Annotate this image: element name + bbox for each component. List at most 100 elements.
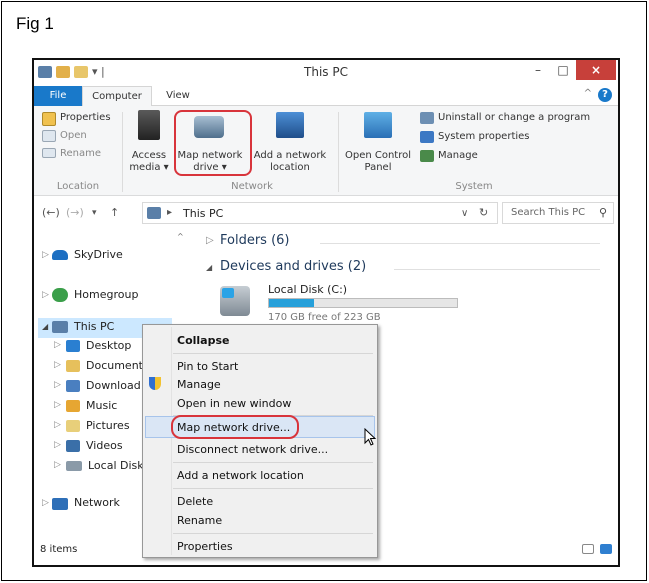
menu-separator [173,533,373,534]
drive-name[interactable]: Local Disk (C:) [268,283,347,296]
rename-button[interactable]: Rename [60,148,101,159]
manage-button[interactable]: Manage [438,150,478,161]
menu-item-disconnect-network-drive[interactable]: Disconnect network drive... [177,443,328,456]
videos-icon [66,440,80,452]
nav-item-music[interactable]: Music [86,399,117,412]
tab-computer[interactable]: Computer [82,86,152,107]
group-divider [320,243,600,244]
add-network-location-icon [276,112,304,138]
nav-item-pictures[interactable]: Pictures [86,419,130,432]
maximize-button[interactable]: □ [552,60,574,80]
expand-icon[interactable]: ▷ [54,400,61,410]
expand-icon[interactable]: ▷ [54,420,61,430]
manage-icon [420,150,434,162]
desktop-icon [66,340,80,352]
menu-item-pin-to-start[interactable]: Pin to Start [177,360,238,373]
expand-icon[interactable]: ▷ [42,290,49,300]
search-placeholder: Search This PC [511,207,586,218]
forward-button[interactable]: (→) [66,206,84,219]
expand-group-icon[interactable]: ▷ [206,235,214,246]
nav-item-homegroup[interactable]: Homegroup [74,288,138,301]
open-button[interactable]: Open [60,130,87,141]
system-properties-icon [420,131,434,143]
drive-usage-fill [269,299,314,307]
expand-icon[interactable]: ▷ [42,250,49,260]
uac-shield-icon [149,377,161,390]
address-dropdown-icon[interactable]: ∨ [461,208,468,219]
ribbon: Properties Open Rename Location Access m… [34,106,618,196]
nav-item-desktop[interactable]: Desktop [86,339,131,352]
map-drive-menu-highlight [171,415,299,439]
ribbon-tabs: File Computer View ^ ? [34,86,618,107]
expand-icon[interactable]: ▷ [54,340,61,350]
system-properties-button[interactable]: System properties [438,131,530,142]
nav-item-videos[interactable]: Videos [86,439,123,452]
collapse-group-icon[interactable]: ◢ [206,263,212,272]
expand-icon[interactable]: ▷ [54,460,61,470]
access-media-line2[interactable]: media ▾ [128,162,170,173]
devices-group-header[interactable]: Devices and drives (2) [220,259,366,274]
music-icon [66,400,80,412]
mouse-cursor-icon [364,428,377,446]
nav-item-skydrive[interactable]: SkyDrive [74,248,123,261]
menu-item-manage[interactable]: Manage [177,378,221,391]
search-input[interactable]: Search This PC ⚲ [502,202,614,224]
tab-file[interactable]: File [34,86,82,106]
uninstall-button[interactable]: Uninstall or change a program [438,112,590,123]
help-icon[interactable]: ? [598,88,612,102]
menu-separator [173,353,373,354]
close-button[interactable]: × [576,60,616,80]
windows-logo-icon [222,288,234,298]
tab-view[interactable]: View [158,86,198,106]
menu-item-rename[interactable]: Rename [177,514,222,527]
item-count: 8 items [40,544,78,555]
open-control-panel-line1[interactable]: Open Control [340,150,416,161]
network-icon [52,498,68,510]
address-path[interactable]: This PC [183,207,223,220]
open-control-panel-line2[interactable]: Panel [340,162,416,173]
add-network-location-line2[interactable]: location [248,162,332,173]
expand-icon[interactable]: ▷ [54,440,61,450]
nav-item-documents[interactable]: Document [86,359,143,372]
search-icon[interactable]: ⚲ [599,206,607,219]
nav-item-network[interactable]: Network [74,496,120,509]
menu-item-properties[interactable]: Properties [177,540,233,553]
expand-icon[interactable]: ▷ [54,360,61,370]
menu-item-open-new-window[interactable]: Open in new window [177,397,291,410]
computer-icon [147,207,161,219]
recent-locations-icon[interactable]: ▾ [92,208,97,218]
menu-separator [173,488,373,489]
refresh-icon[interactable]: ↻ [479,206,488,219]
context-menu: Collapse Pin to Start Manage Open in new… [142,324,378,558]
details-view-icon[interactable] [582,544,594,554]
open-icon [42,130,56,142]
drive-free-space: 170 GB free of 223 GB [268,312,381,323]
collapse-icon[interactable]: ◢ [42,322,48,331]
nav-item-thispc[interactable]: This PC [74,320,114,333]
add-network-location-line1[interactable]: Add a network [248,150,332,161]
properties-check-icon [42,112,56,126]
local-disk-icon [66,461,82,471]
back-button[interactable]: (←) [42,206,60,219]
drive-usage-bar [268,298,458,308]
address-box[interactable]: ▸ This PC ∨ ↻ [142,202,498,224]
properties-button[interactable]: Properties [60,112,111,123]
folders-group-header[interactable]: Folders (6) [220,233,290,248]
minimize-button[interactable]: – [526,60,550,80]
up-button[interactable]: ↑ [110,206,119,219]
menu-item-add-network-location[interactable]: Add a network location [177,469,304,482]
group-divider [394,269,600,270]
menu-item-collapse[interactable]: Collapse [177,334,229,347]
large-icons-view-icon[interactable] [600,544,612,554]
collapse-ribbon-icon[interactable]: ^ [584,88,592,99]
control-panel-icon [364,112,392,138]
title-bar: ▾ | This PC – □ × [34,60,618,84]
nav-item-downloads[interactable]: Download [86,379,141,392]
expand-icon[interactable]: ▷ [42,498,49,508]
access-media-line1[interactable]: Access [128,150,170,161]
scroll-up-icon[interactable]: ^ [177,232,184,241]
expand-icon[interactable]: ▷ [54,380,61,390]
menu-item-delete[interactable]: Delete [177,495,213,508]
ribbon-separator [338,112,339,192]
nav-item-localdisk[interactable]: Local Disk [88,459,144,472]
